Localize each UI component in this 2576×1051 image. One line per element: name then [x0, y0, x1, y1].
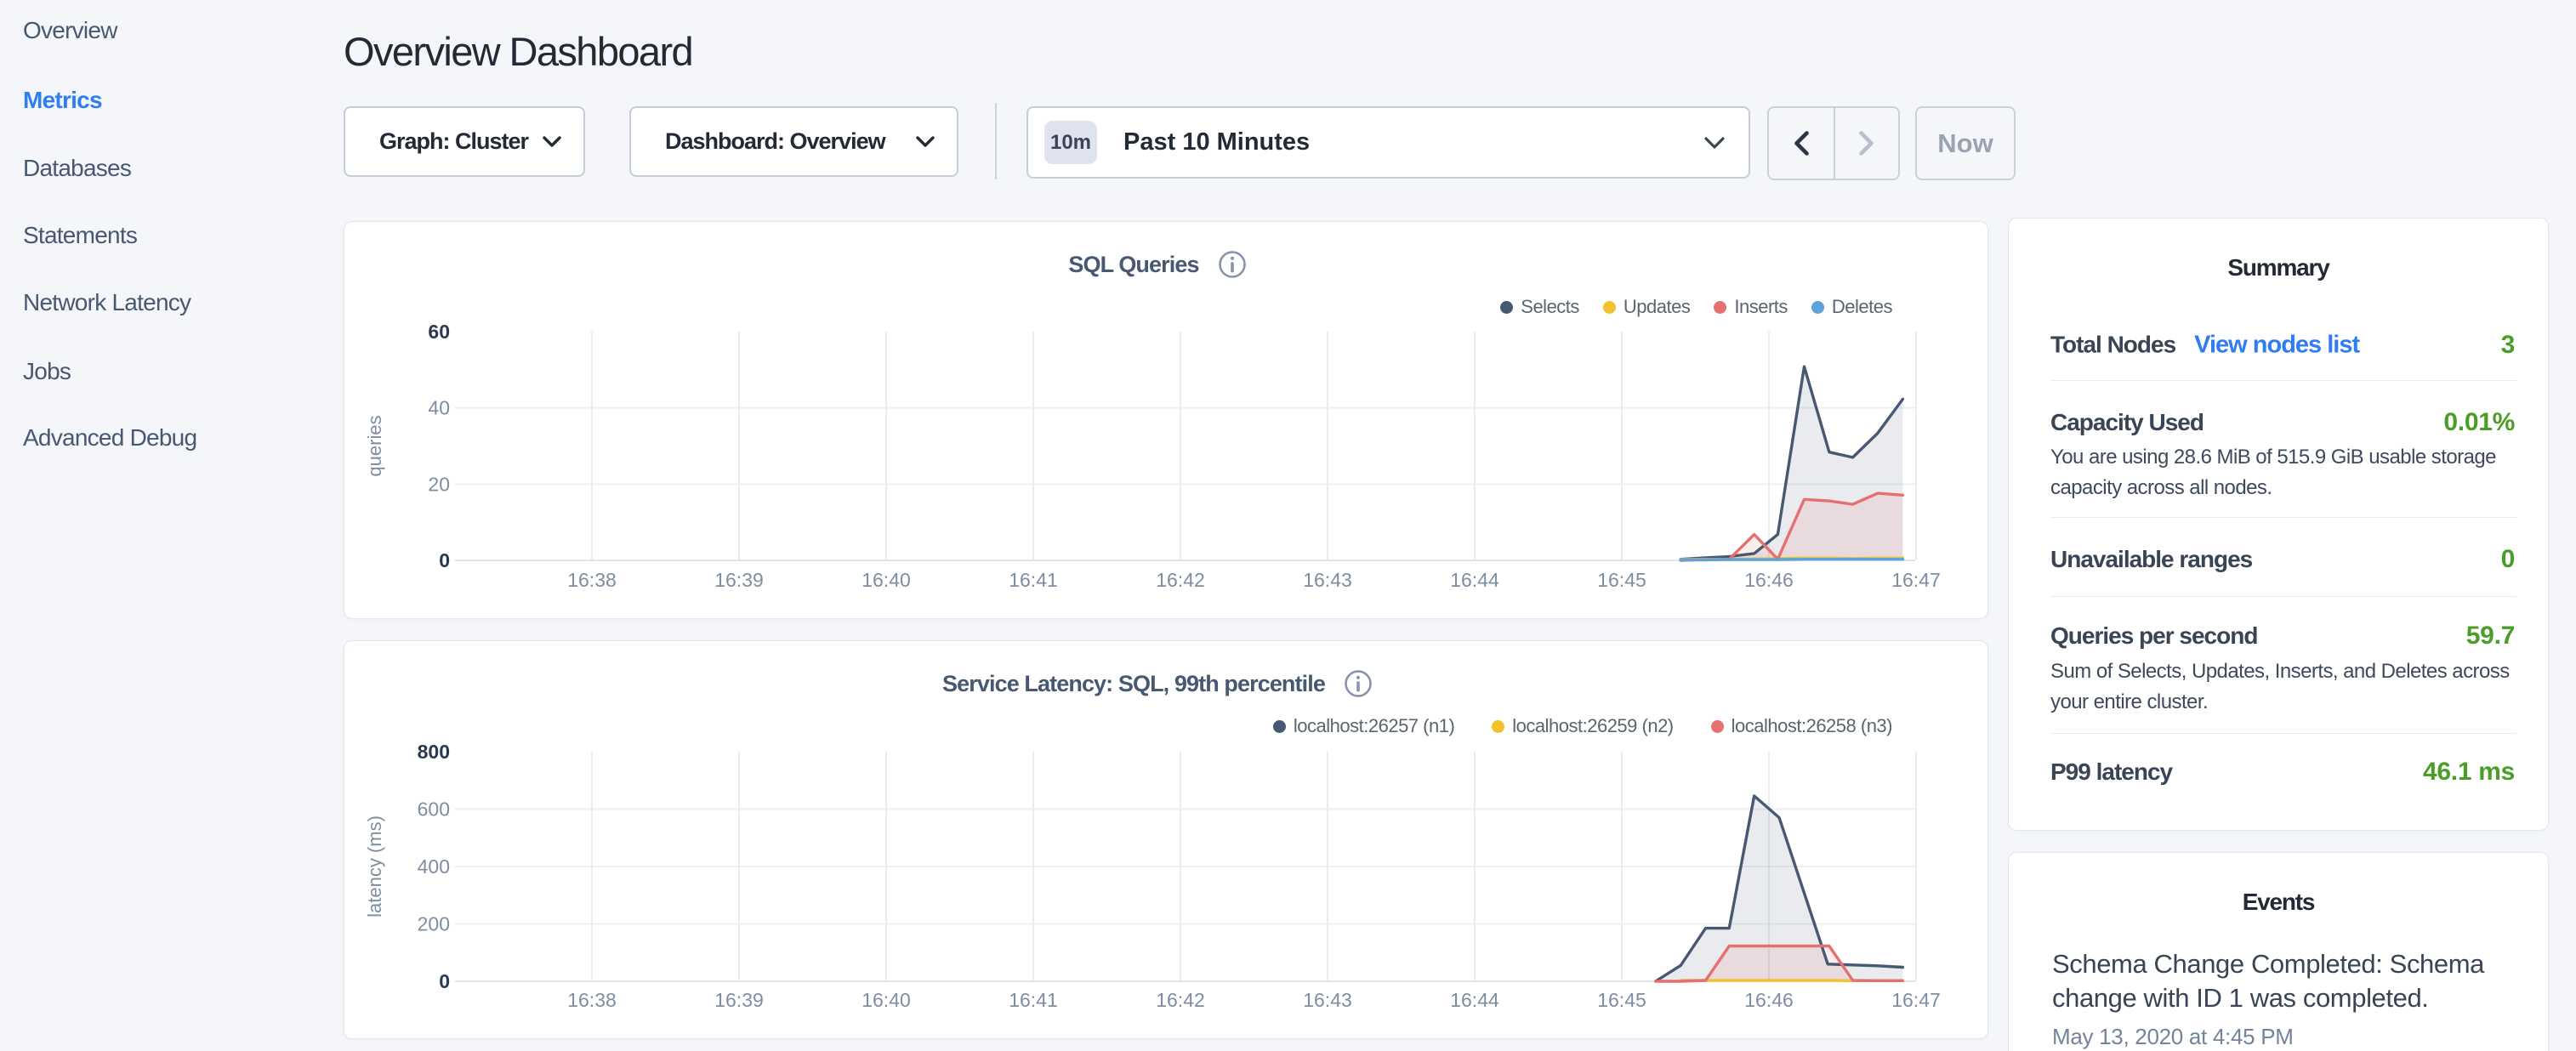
summary-row-desc: Sum of Selects, Updates, Inserts, and De… [2050, 660, 2527, 684]
y-axis-label: queries [364, 415, 385, 476]
view-nodes-link[interactable]: View nodes list [2194, 332, 2359, 359]
time-range-label: Past 10 Minutes [1123, 128, 1310, 156]
summary-label-text: Queries per second [2050, 622, 2257, 649]
y-tick-label: 800 [418, 741, 450, 763]
time-range-badge: 10m [1044, 121, 1097, 164]
toolbar-divider [995, 103, 997, 179]
x-tick-label: 16:40 [862, 989, 911, 1011]
x-tick-label: 16:45 [1597, 569, 1646, 591]
x-tick-label: 16:39 [714, 989, 764, 1011]
x-tick-label: 16:40 [862, 569, 911, 591]
y-tick-label: 200 [418, 913, 450, 935]
sidebar-item-jobs[interactable]: Jobs [23, 358, 71, 385]
x-tick-label: 16:44 [1450, 989, 1499, 1011]
dashboard-dropdown-label: Dashboard: Overview [665, 128, 885, 155]
x-tick-label: 16:45 [1597, 989, 1646, 1011]
x-tick-label: 16:39 [714, 569, 764, 591]
time-step-buttons [1767, 106, 1900, 180]
summary-label-text: P99 latency [2050, 758, 2172, 785]
time-range-selector[interactable]: 10m Past 10 Minutes [1026, 106, 1750, 179]
x-tick-label: 16:42 [1156, 989, 1205, 1011]
summary-row-label: Total Nodes View nodes list [2050, 332, 2359, 360]
summary-label-text: Total Nodes [2050, 332, 2175, 358]
summary-row-desc: capacity across all nodes. [2050, 476, 2527, 500]
summary-row-value: 0 [2501, 545, 2515, 574]
events-panel: Events Schema Change Completed: Schema ch… [2008, 852, 2549, 1051]
summary-row-desc: You are using 28.6 MiB of 515.9 GiB usab… [2050, 446, 2527, 469]
summary-label-text: Unavailable ranges [2050, 546, 2252, 572]
event-timestamp: May 13, 2020 at 4:45 PM [2052, 1024, 2294, 1050]
time-back-button[interactable] [1769, 108, 1834, 179]
summary-panel: Summary Total Nodes View nodes list 3 Capaci… [2008, 218, 2549, 831]
chevron-right-icon [1859, 131, 1874, 156]
y-tick-label: 0 [439, 970, 450, 992]
sidebar-item-statements[interactable]: Statements [23, 222, 137, 249]
x-tick-label: 16:38 [567, 989, 617, 1011]
sidebar-item-advanced-debug[interactable]: Advanced Debug [23, 424, 196, 452]
y-tick-label: 60 [428, 321, 450, 343]
summary-row-value: 3 [2501, 331, 2515, 360]
chevron-down-icon [916, 136, 935, 147]
x-tick-label: 16:41 [1009, 569, 1058, 591]
x-tick-label: 16:44 [1450, 569, 1499, 591]
graph-dropdown[interactable]: Graph: Cluster [344, 106, 585, 177]
summary-divider [2050, 517, 2516, 518]
y-axis-label: latency (ms) [364, 815, 385, 917]
chart-plot: 0 20 40 60 16:38 16:39 16:40 16:41 16:42 16:43 16:… [344, 222, 1989, 620]
summary-divider [2050, 733, 2516, 734]
sidebar-item-databases[interactable]: Databases [23, 155, 131, 182]
x-tick-label: 16:38 [567, 569, 617, 591]
x-tick-label: 16:47 [1891, 569, 1941, 591]
chevron-down-icon [1704, 137, 1725, 149]
summary-row-label: Capacity Used [2050, 409, 2204, 436]
x-tick-label: 16:47 [1891, 989, 1941, 1011]
summary-row-value: 46.1 ms [2423, 758, 2515, 787]
y-tick-label: 20 [428, 473, 450, 495]
time-forward-button[interactable] [1834, 108, 1898, 179]
chevron-down-icon [543, 136, 561, 147]
summary-label-text: Capacity Used [2050, 409, 2204, 435]
now-button[interactable]: Now [1915, 106, 2016, 180]
sql-queries-chart-card: SQL QueriesSelectsUpdatesInsertsDeletes0… [344, 221, 1988, 619]
x-tick-label: 16:42 [1156, 569, 1205, 591]
graph-dropdown-label: Graph: Cluster [379, 128, 528, 155]
summary-title: Summary [2009, 254, 2548, 281]
y-tick-label: 600 [418, 798, 450, 821]
summary-row-desc: your entire cluster. [2050, 690, 2527, 714]
event-message[interactable]: Schema Change Completed: Schema change w… [2052, 947, 2507, 1015]
y-tick-label: 40 [428, 397, 450, 419]
summary-divider [2050, 380, 2516, 381]
chart-plot: 0 200 400 600 800 16:38 16:39 16:40 16:41 16:42 16… [344, 641, 1989, 1040]
summary-row-value: 59.7 [2466, 622, 2515, 650]
events-title: Events [2009, 889, 2548, 916]
x-tick-label: 16:46 [1744, 569, 1794, 591]
sidebar-item-network-latency[interactable]: Network Latency [23, 289, 190, 316]
summary-divider [2050, 596, 2516, 597]
summary-row-value: 0.01% [2443, 408, 2515, 437]
summary-row-label: P99 latency [2050, 758, 2172, 786]
summary-row-label: Unavailable ranges [2050, 546, 2252, 573]
sidebar: Overview Metrics Databases Statements Networ… [0, 0, 340, 1051]
sidebar-item-metrics[interactable]: Metrics [23, 87, 102, 114]
x-tick-label: 16:41 [1009, 989, 1058, 1011]
sidebar-item-overview[interactable]: Overview [23, 17, 117, 44]
x-tick-label: 16:46 [1744, 989, 1794, 1011]
x-tick-label: 16:43 [1303, 989, 1352, 1011]
x-tick-label: 16:43 [1303, 569, 1352, 591]
chevron-left-icon [1794, 131, 1809, 156]
summary-row-label: Queries per second [2050, 622, 2257, 650]
y-tick-label: 0 [439, 549, 450, 571]
service-latency-chart-card: Service Latency: SQL, 99th percentileloc… [344, 640, 1988, 1039]
y-tick-label: 400 [418, 855, 450, 878]
dashboard-dropdown[interactable]: Dashboard: Overview [629, 106, 958, 177]
page-title: Overview Dashboard [344, 28, 692, 75]
